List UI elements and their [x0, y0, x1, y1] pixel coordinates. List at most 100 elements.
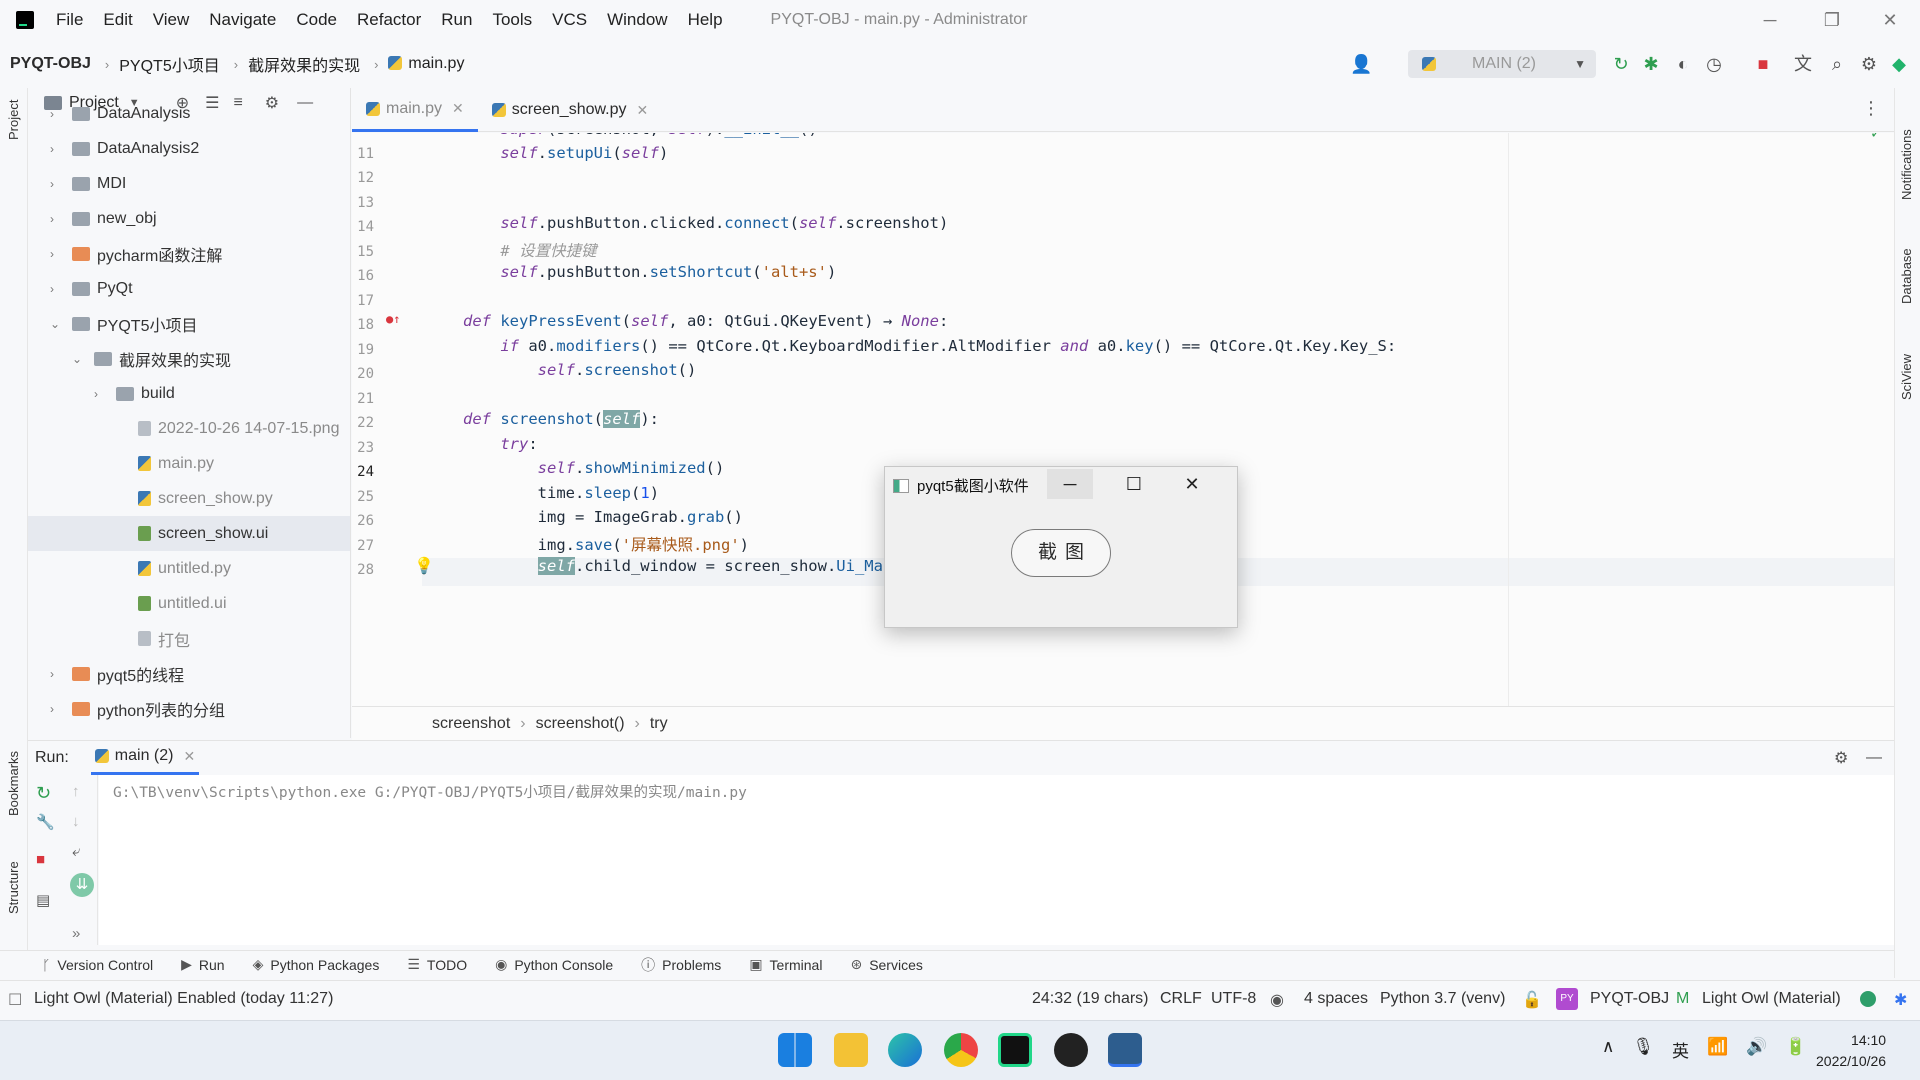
tree-item[interactable]: › MDI: [28, 166, 350, 201]
indent-setting[interactable]: 4 spaces: [1304, 990, 1368, 1008]
run-console-output[interactable]: G:\TB\venv\Scripts\python.exe G:/PYQT-OB…: [99, 775, 1894, 945]
tree-item[interactable]: ⌄ PYQT5小项目: [28, 306, 350, 341]
tool-python-console[interactable]: ◉ Python Console: [495, 956, 613, 973]
menu-run[interactable]: Run: [441, 10, 472, 30]
soft-wrap-icon[interactable]: ⤶: [72, 843, 80, 860]
status-panel-icon[interactable]: ☐: [8, 990, 22, 1010]
layout-icon[interactable]: ▤: [36, 891, 50, 909]
tree-item[interactable]: › DataAnalysis: [28, 96, 350, 131]
tree-item[interactable]: › DataAnalysis2: [28, 131, 350, 166]
gear-icon[interactable]: ⚙: [1858, 53, 1880, 75]
chevron-icon[interactable]: ›: [94, 387, 108, 401]
rerun-icon[interactable]: ↻: [1610, 53, 1632, 75]
tree-item[interactable]: screen_show.py: [28, 481, 350, 516]
code-breadcrumb-method[interactable]: screenshot(): [536, 715, 625, 733]
project-name[interactable]: PYQT-OBJ: [1590, 990, 1669, 1008]
chevron-icon[interactable]: ›: [50, 212, 64, 226]
microphone-icon[interactable]: 🎙: [1632, 1037, 1654, 1062]
tab-main-py[interactable]: main.py ✕: [352, 88, 478, 132]
structure-tool-window-label[interactable]: Structure: [6, 861, 21, 914]
arrow-down-icon[interactable]: ↓: [72, 813, 80, 830]
chevron-icon[interactable]: ›: [50, 247, 64, 261]
tree-item[interactable]: › new_obj: [28, 201, 350, 236]
project-tool-window-label[interactable]: Project: [6, 100, 21, 140]
lock-icon[interactable]: 🔓: [1522, 990, 1542, 1010]
close-icon[interactable]: ✕: [452, 100, 464, 117]
breadcrumb-file[interactable]: main.py: [388, 55, 464, 73]
tree-item[interactable]: › build: [28, 376, 350, 411]
profile-icon[interactable]: ◷: [1703, 53, 1725, 75]
dialog-close-button[interactable]: ✕: [1169, 469, 1215, 499]
line-separator[interactable]: CRLF: [1160, 990, 1202, 1008]
volume-icon[interactable]: 🔊: [1746, 1037, 1767, 1062]
stop-icon[interactable]: ■: [1752, 53, 1774, 75]
eye-icon[interactable]: ◉: [1270, 990, 1284, 1010]
plugin-icon[interactable]: ◆: [1888, 53, 1910, 75]
run-tab-main[interactable]: main (2) ✕: [90, 741, 200, 775]
code-breadcrumb-class[interactable]: screenshot: [432, 715, 510, 733]
dialog-maximize-button[interactable]: ☐: [1111, 469, 1157, 499]
search-icon[interactable]: ⌕: [1826, 53, 1848, 75]
override-marker-icon[interactable]: ●↑: [386, 312, 400, 326]
gear-icon[interactable]: ⚙: [1834, 748, 1848, 768]
translate-icon[interactable]: 文: [1792, 53, 1814, 75]
user-icon[interactable]: 👤: [1350, 53, 1372, 75]
tree-item[interactable]: 2022-10-26 14-07-15.png: [28, 411, 350, 446]
caret-position[interactable]: 24:32 (19 chars): [1032, 990, 1149, 1008]
wifi-icon[interactable]: 📶: [1707, 1037, 1728, 1062]
battery-icon[interactable]: 🔋: [1785, 1037, 1806, 1062]
menu-view[interactable]: View: [153, 10, 190, 30]
run-configuration-select[interactable]: MAIN (2) ▼: [1408, 50, 1596, 78]
minimize-window-button[interactable]: ─: [1750, 6, 1790, 34]
menu-help[interactable]: Help: [688, 10, 723, 30]
tool-python-packages[interactable]: ◈ Python Packages: [253, 956, 380, 973]
tool-run[interactable]: ▶ Run: [181, 956, 224, 973]
lightbulb-icon[interactable]: 💡: [414, 556, 434, 575]
menu-window[interactable]: Window: [607, 10, 667, 30]
chevron-icon[interactable]: ›: [50, 702, 64, 716]
tree-item[interactable]: screen_show.ui: [28, 516, 350, 551]
more-icon[interactable]: »: [72, 925, 80, 942]
input-method-indicator[interactable]: 英: [1672, 1037, 1689, 1062]
taskbar-clock[interactable]: 14:10 2022/10/26: [1816, 1030, 1886, 1072]
stop-icon[interactable]: ■: [36, 851, 45, 868]
menu-navigate[interactable]: Navigate: [209, 10, 276, 30]
tree-item[interactable]: untitled.py: [28, 551, 350, 586]
menu-vcs[interactable]: VCS: [552, 10, 587, 30]
tree-item[interactable]: ⌄ 截屏效果的实现: [28, 341, 350, 376]
close-window-button[interactable]: ✕: [1870, 6, 1910, 34]
tree-item[interactable]: › python列表的分组: [28, 691, 350, 726]
tool-terminal[interactable]: ▣ Terminal: [749, 956, 822, 973]
chevron-icon[interactable]: ⌄: [50, 317, 64, 331]
bookmarks-tool-window-label[interactable]: Bookmarks: [6, 751, 21, 816]
chevron-up-icon[interactable]: ∧: [1602, 1037, 1614, 1062]
chrome-browser-icon[interactable]: [944, 1033, 978, 1067]
tool-services[interactable]: ⊛ Services: [850, 956, 922, 973]
code-breadcrumb-block[interactable]: try: [650, 715, 668, 733]
theme-name[interactable]: Light Owl (Material): [1702, 990, 1841, 1008]
pycharm-taskbar-icon[interactable]: [998, 1033, 1032, 1067]
app-taskbar-icon[interactable]: [1054, 1033, 1088, 1067]
breadcrumb-folder[interactable]: PYQT5小项目: [119, 52, 219, 76]
pyqt-screenshot-window[interactable]: pyqt5截图小软件 ─ ☐ ✕ 截图: [884, 466, 1238, 628]
tree-item[interactable]: › pycharm函数注解: [28, 236, 350, 271]
notifications-tool-window-label[interactable]: Notifications: [1899, 129, 1914, 200]
tree-item[interactable]: main.py: [28, 446, 350, 481]
scroll-to-end-icon[interactable]: ⇊: [70, 873, 94, 897]
more-options-icon[interactable]: ⋮: [1862, 98, 1880, 119]
coverage-icon[interactable]: ◐: [1672, 53, 1694, 75]
python-app-taskbar-icon[interactable]: [1108, 1033, 1142, 1067]
windows-start-icon[interactable]: [778, 1033, 812, 1067]
wrench-icon[interactable]: 🔧: [36, 813, 55, 831]
status-message[interactable]: Light Owl (Material) Enabled (today 11:2…: [34, 990, 333, 1008]
tool-version-control[interactable]: ᚴ Version Control: [42, 957, 153, 973]
close-icon[interactable]: ✕: [637, 102, 649, 119]
hide-panel-icon[interactable]: —: [1866, 749, 1882, 767]
restore-window-button[interactable]: ❐: [1812, 6, 1852, 34]
chevron-icon[interactable]: ›: [50, 282, 64, 296]
chevron-icon[interactable]: ›: [50, 107, 64, 121]
chevron-icon[interactable]: ›: [50, 667, 64, 681]
screenshot-button[interactable]: 截图: [1011, 529, 1111, 577]
breadcrumb-subfolder[interactable]: 截屏效果的实现: [248, 52, 360, 76]
tool-problems[interactable]: ⓘ Problems: [641, 955, 721, 975]
